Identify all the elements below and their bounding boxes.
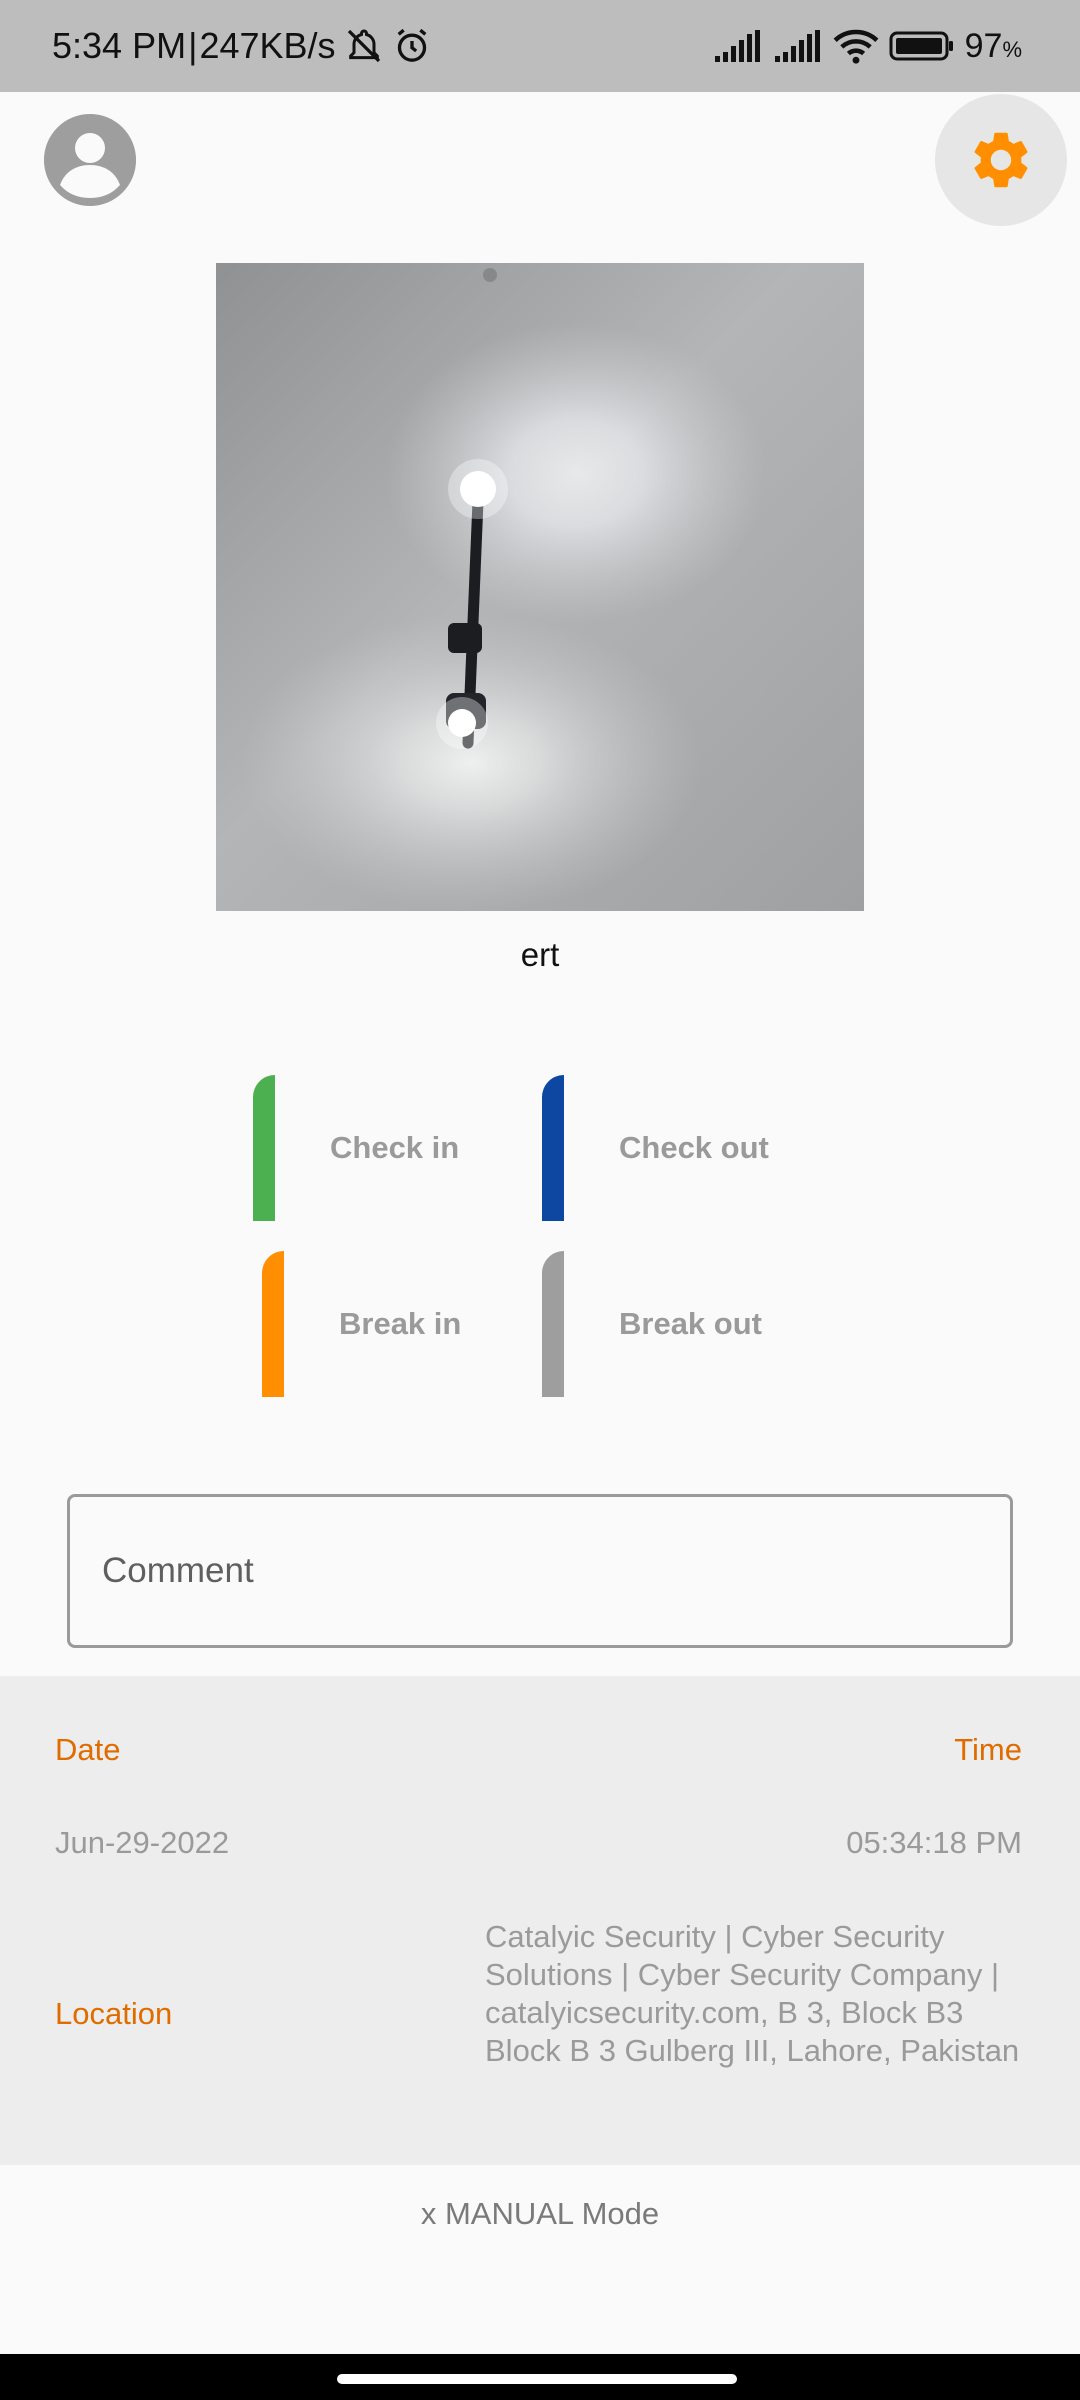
break-out-label: Break out	[619, 1306, 762, 1341]
break-in-label: Break in	[339, 1306, 462, 1341]
date-label: Date	[55, 1732, 121, 1767]
settings-button[interactable]	[935, 94, 1067, 226]
battery-unit: %	[1002, 36, 1022, 62]
account-circle-icon	[44, 114, 136, 206]
status-bar: 5:34 PM | 247KB/s 97%	[0, 0, 1080, 92]
signal-icon	[714, 30, 760, 62]
break-in-button[interactable]: Break in	[262, 1251, 461, 1397]
break-in-indicator	[262, 1251, 284, 1397]
check-in-label: Check in	[330, 1130, 460, 1165]
status-left: 5:34 PM | 247KB/s	[52, 0, 432, 92]
battery-percent: 97	[964, 26, 1003, 65]
time-value: 05:34:18 PM	[846, 1825, 1022, 1860]
comment-input[interactable]	[102, 1551, 1010, 1591]
home-indicator[interactable]	[337, 2374, 737, 2384]
network-speed: 247KB/s	[199, 25, 336, 66]
signal-icon	[774, 30, 820, 62]
time-label: Time	[954, 1732, 1022, 1767]
status-right: 97%	[713, 0, 1022, 92]
check-in-indicator	[253, 1075, 275, 1221]
wifi-icon	[833, 29, 879, 64]
status-time: 5:34 PM	[52, 25, 187, 66]
battery-icon	[889, 31, 953, 61]
check-in-button[interactable]: Check in	[253, 1075, 459, 1221]
battery-level: 97%	[965, 27, 1022, 66]
mute-icon	[347, 29, 380, 63]
location-label: Location	[55, 1996, 173, 2031]
profile-avatar-button[interactable]	[44, 114, 136, 206]
comment-field[interactable]	[67, 1494, 1013, 1648]
date-value: Jun-29-2022	[55, 1825, 230, 1860]
photo-image	[216, 263, 864, 911]
status-separator: |	[188, 25, 198, 66]
alarm-icon	[397, 28, 426, 62]
mode-indicator[interactable]: x MANUAL Mode	[0, 2196, 1080, 2232]
check-out-label: Check out	[619, 1130, 769, 1165]
check-out-indicator	[542, 1075, 564, 1221]
location-value: Catalyic Security | Cyber Security Solut…	[485, 1919, 1020, 2068]
captured-photo	[216, 263, 864, 911]
break-out-indicator	[542, 1251, 564, 1397]
gear-icon	[974, 132, 1028, 188]
break-out-button[interactable]: Break out	[542, 1251, 762, 1397]
photo-caption: ert	[520, 936, 560, 973]
check-out-button[interactable]: Check out	[542, 1075, 769, 1221]
